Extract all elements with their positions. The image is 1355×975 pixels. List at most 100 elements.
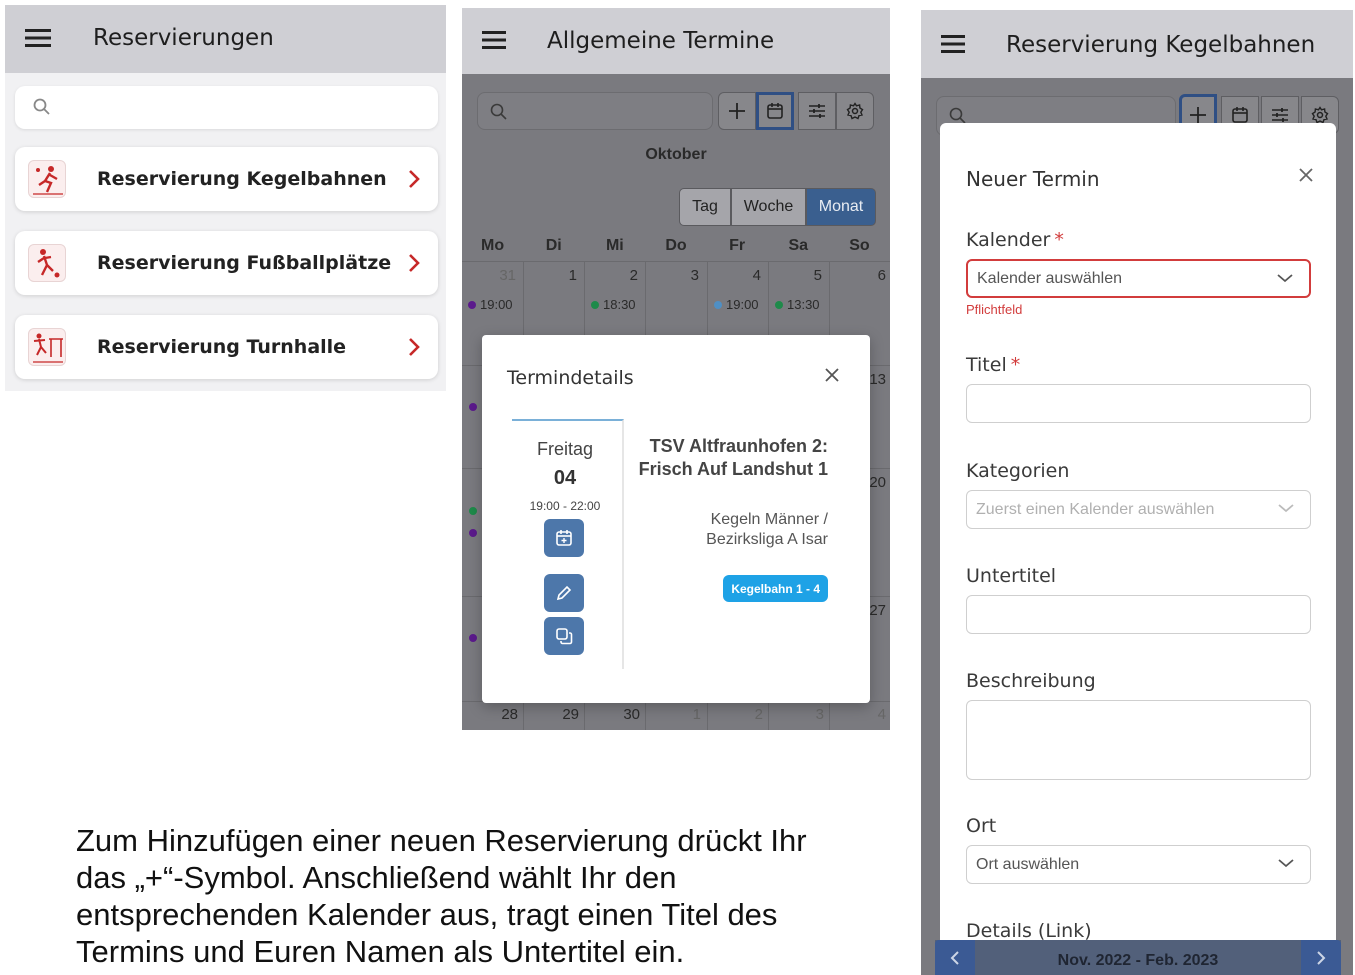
subtitle-field[interactable] (966, 595, 1311, 634)
day-number[interactable]: 3 (675, 267, 699, 284)
pencil-icon (556, 585, 572, 601)
event-dot[interactable] (469, 529, 477, 537)
day-number[interactable]: 1 (553, 267, 577, 284)
day-number[interactable]: 6 (862, 267, 886, 284)
search-input[interactable] (15, 86, 438, 129)
event-dot (591, 301, 599, 309)
day-number[interactable]: 28 (494, 706, 518, 723)
close-icon[interactable] (824, 367, 840, 383)
select-placeholder: Kalender auswählen (977, 269, 1122, 287)
duplicate-button[interactable] (544, 617, 584, 655)
select-placeholder: Zuerst einen Kalender auswählen (976, 500, 1215, 518)
view-monat-button[interactable]: Monat (806, 188, 876, 226)
event-time: 19:00 (480, 297, 513, 312)
event-time: 18:30 (603, 297, 636, 312)
list-item-fussballplaetze[interactable]: Reservierung Fußballplätze (15, 231, 438, 295)
weekday-label: Do (665, 237, 687, 254)
event-dot (468, 301, 476, 309)
new-appointment-screen: Reservierung Kegelbahnen Neuer Termin Ka… (921, 10, 1353, 975)
title-field[interactable] (966, 384, 1311, 423)
list-item-turnhalle[interactable]: Reservierung Turnhalle (15, 315, 438, 379)
date-range-label: Nov. 2022 - Feb. 2023 (1057, 952, 1219, 969)
day-number[interactable]: 4 (862, 706, 886, 723)
field-label-kalender: Kalender * (966, 229, 1064, 251)
chevron-down-icon (1277, 272, 1293, 284)
weekday-label: Mi (605, 237, 624, 254)
day-number[interactable]: 5 (798, 267, 822, 284)
day-number[interactable]: 1 (677, 706, 701, 723)
next-button[interactable] (1301, 940, 1341, 975)
menu-icon[interactable] (941, 35, 965, 53)
search-icon (490, 103, 508, 121)
view-woche-button[interactable]: Woche (731, 188, 806, 226)
event-dot[interactable] (469, 403, 477, 411)
page-title: Allgemeine Termine (547, 28, 775, 54)
day-number[interactable]: 3 (800, 706, 824, 723)
day-number[interactable]: 29 (555, 706, 579, 723)
day-number[interactable]: 30 (616, 706, 640, 723)
weekday-label: So (849, 237, 870, 254)
date-range-pager: Nov. 2022 - Feb. 2023 (935, 940, 1341, 975)
form-title: Neuer Termin (966, 167, 1100, 191)
location-select[interactable]: Ort auswählen (966, 845, 1311, 884)
calendar-icon (1232, 107, 1248, 123)
event-title: TSV Altfraunhofen 2: Frisch Auf Landshut… (638, 436, 828, 479)
menu-icon[interactable] (25, 28, 51, 48)
calendar-select[interactable]: Kalender auswählen (966, 259, 1311, 298)
view-switcher: Tag Woche Monat (679, 188, 876, 226)
event-details-dialog: Termindetails Freitag 04 19:00 - 22:00 T… (482, 335, 870, 703)
field-label-untertitel: Untertitel (966, 565, 1057, 587)
event-weekday: Freitag (536, 439, 594, 459)
day-number[interactable]: 2 (614, 267, 638, 284)
list-item-label: Reservierung Turnhalle (97, 336, 347, 358)
event-chip[interactable]: 18:30 (591, 297, 636, 312)
app-bar: Reservierungen (5, 5, 446, 73)
filter-button[interactable] (798, 92, 836, 130)
chevron-right-icon (408, 253, 420, 273)
event-time: 13:30 (787, 297, 820, 312)
settings-button[interactable] (836, 92, 874, 130)
chevron-right-icon (408, 337, 420, 357)
description-textarea[interactable] (966, 700, 1311, 780)
add-to-calendar-button[interactable] (544, 519, 584, 557)
close-icon[interactable] (1298, 167, 1314, 183)
day-number[interactable]: 4 (737, 267, 761, 284)
day-number[interactable]: 31 (492, 267, 516, 284)
weekday-label: Sa (788, 237, 809, 254)
calendar-button[interactable] (756, 92, 794, 130)
categories-select[interactable]: Zuerst einen Kalender auswählen (966, 490, 1311, 529)
event-dot (714, 301, 722, 309)
event-chip[interactable]: 19:00 (468, 297, 513, 312)
field-label-titel: Titel * (966, 354, 1021, 376)
field-label-ort: Ort (966, 815, 997, 837)
view-tag-button[interactable]: Tag (679, 188, 731, 226)
chevron-down-icon (1278, 502, 1294, 514)
event-chip[interactable]: 13:30 (775, 297, 820, 312)
chevron-right-icon (408, 169, 420, 189)
search-icon (33, 98, 51, 116)
edit-button[interactable] (544, 574, 584, 612)
weekday-label: Di (545, 237, 562, 254)
chevron-down-icon (1278, 857, 1294, 869)
list-item-kegelbahnen[interactable]: Reservierung Kegelbahnen (15, 147, 438, 211)
event-date-column: Freitag 04 19:00 - 22:00 (512, 419, 624, 669)
field-label-details: Details (Link) (966, 920, 1092, 942)
weekday-label: Fr (729, 237, 746, 254)
location-badge: Kegelbahn 1 - 4 (723, 575, 828, 602)
menu-icon[interactable] (482, 31, 506, 49)
event-chip[interactable]: 19:00 (714, 297, 759, 312)
app-bar: Reservierung Kegelbahnen (921, 10, 1353, 78)
reservations-list-screen: Reservierungen Reservierung Kegelbahnen … (5, 5, 446, 391)
dialog-title: Termindetails (507, 367, 634, 389)
weekday-header: Mo Di Mi Do Fr Sa So (462, 237, 890, 261)
event-dot[interactable] (469, 634, 477, 642)
plus-icon (729, 103, 745, 119)
bowling-icon (28, 160, 66, 198)
day-number[interactable]: 2 (739, 706, 763, 723)
search-input[interactable] (477, 92, 713, 130)
app-bar: Allgemeine Termine (462, 8, 890, 74)
event-dot[interactable] (469, 507, 477, 515)
calendar-plus-icon (556, 530, 572, 546)
field-label-beschreibung: Beschreibung (966, 670, 1096, 692)
add-button[interactable] (718, 92, 756, 130)
